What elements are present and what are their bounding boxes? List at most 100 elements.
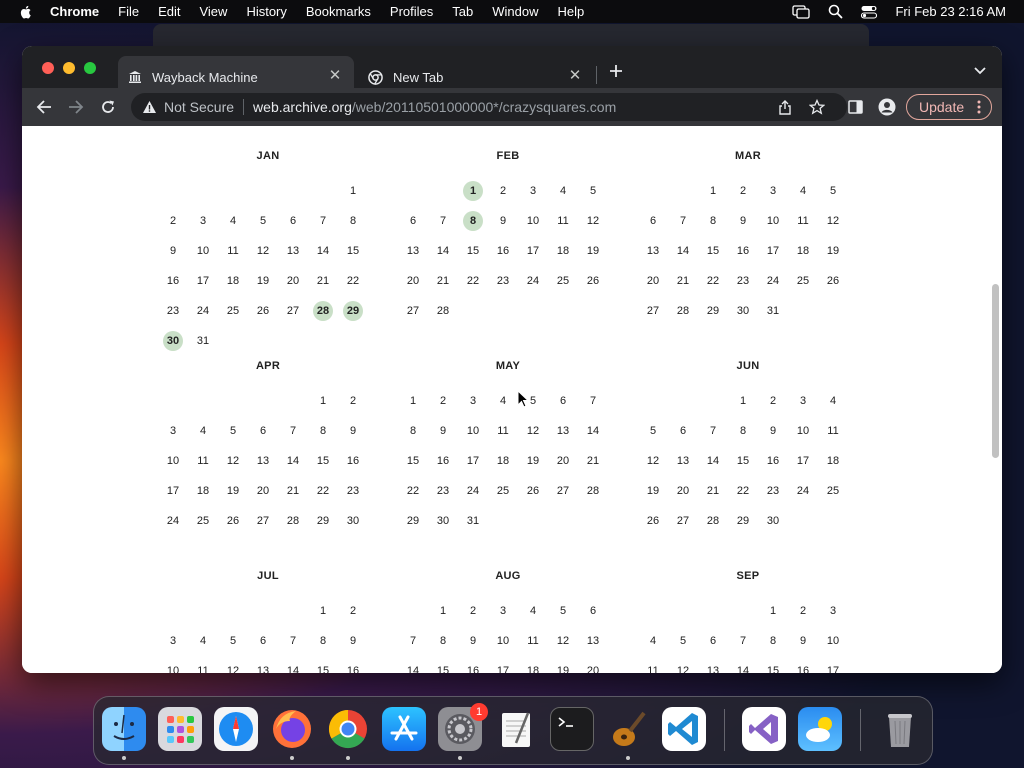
security-status-label[interactable]: Not Secure	[164, 99, 234, 115]
calendar-day: 6	[679, 425, 687, 437]
warning-icon[interactable]	[142, 100, 157, 114]
share-icon[interactable]	[778, 100, 792, 115]
calendar-day: 14	[406, 665, 420, 673]
calendar-day: 4	[229, 215, 237, 227]
calendar-day: 1	[439, 605, 447, 617]
calendar-day: 30	[736, 305, 750, 317]
calendar-day: 29	[706, 305, 720, 317]
dock-trash-icon[interactable]	[878, 707, 922, 751]
url-host[interactable]: web.archive.org	[253, 99, 352, 115]
dock-running-indicator	[626, 756, 630, 760]
dock-finder-icon[interactable]	[102, 707, 146, 751]
calendar-day: 17	[466, 455, 480, 467]
calendar-day: 8	[319, 635, 327, 647]
calendar-day: 16	[766, 455, 780, 467]
calendar-day: 6	[709, 635, 717, 647]
calendar-day: 9	[739, 215, 747, 227]
calendar-day: 24	[166, 515, 180, 527]
calendar-day-captured[interactable]: 28	[313, 301, 333, 321]
dock-firefox-icon[interactable]	[270, 707, 314, 751]
calendar-day: 15	[706, 245, 720, 257]
calendar-day: 20	[256, 485, 270, 497]
calendar-day: 2	[439, 395, 447, 407]
dock-launchpad-icon[interactable]	[158, 707, 202, 751]
calendar-day: 15	[406, 455, 420, 467]
dock-instruments-icon[interactable]	[606, 707, 650, 751]
dock-visual-studio-icon[interactable]	[742, 707, 786, 751]
menu-chrome[interactable]: Chrome	[50, 4, 99, 19]
calendar-day: 4	[529, 605, 537, 617]
calendar-day: 4	[649, 635, 657, 647]
calendar-day: 2	[169, 215, 177, 227]
close-tab-icon[interactable]: ✕	[328, 68, 342, 83]
calendar-day: 14	[286, 455, 300, 467]
minimize-window-button[interactable]	[63, 62, 75, 74]
month-name: JAN	[256, 150, 280, 162]
back-icon[interactable]	[36, 99, 52, 115]
calendar-day: 1	[409, 395, 417, 407]
calendar-day: 10	[466, 425, 480, 437]
calendar-day: 30	[766, 515, 780, 527]
calendar-day: 2	[349, 395, 357, 407]
menu-view[interactable]: View	[199, 4, 227, 19]
calendar-day: 19	[826, 245, 840, 257]
forward-icon[interactable]	[68, 99, 84, 115]
calendar-day: 13	[676, 455, 690, 467]
calendar-day: 11	[797, 215, 809, 227]
menu-edit[interactable]: Edit	[158, 4, 180, 19]
calendar-day: 14	[286, 665, 300, 673]
menu-file[interactable]: File	[118, 4, 139, 19]
url-path[interactable]: /web/20110501000000*/crazysquares.com	[352, 99, 616, 115]
dock-terminal-icon[interactable]	[550, 707, 594, 751]
menu-tab[interactable]: Tab	[452, 4, 473, 19]
tab-search-chevron-icon[interactable]	[974, 66, 986, 76]
calendar-day-captured[interactable]: 1	[463, 181, 483, 201]
reload-icon[interactable]	[100, 99, 116, 115]
control-center-icon[interactable]	[861, 5, 878, 19]
close-window-button[interactable]	[42, 62, 54, 74]
calendar-day: 15	[316, 665, 330, 673]
profile-avatar-icon[interactable]	[878, 98, 896, 116]
new-tab-icon[interactable]	[609, 64, 623, 78]
dock-safari-icon[interactable]	[214, 707, 258, 751]
calendar-day: 4	[799, 185, 807, 197]
dock-weather-icon[interactable]	[798, 707, 842, 751]
address-bar[interactable]: Not Secure web.archive.org/web/201105010…	[131, 93, 847, 121]
calendar-day-captured[interactable]: 8	[463, 211, 483, 231]
dock-app-store-icon[interactable]	[382, 707, 426, 751]
museum-icon	[129, 71, 141, 83]
calendar-day: 10	[796, 425, 810, 437]
menu-profiles[interactable]: Profiles	[390, 4, 433, 19]
apple-menu-icon[interactable]	[18, 4, 34, 20]
close-tab-icon[interactable]: ✕	[568, 68, 582, 83]
update-button[interactable]: Update	[906, 94, 992, 120]
calendar-day: 5	[829, 185, 837, 197]
spotlight-search-icon[interactable]	[828, 4, 843, 19]
menubar-clock[interactable]: Fri Feb 23 2:16 AM	[895, 4, 1006, 19]
menu-history[interactable]: History	[246, 4, 286, 19]
calendar-day: 12	[646, 455, 660, 467]
bookmark-star-icon[interactable]	[809, 99, 825, 115]
dock-running-indicator	[290, 756, 294, 760]
calendar-day: 17	[196, 275, 210, 287]
calendar-day-captured[interactable]: 30	[163, 331, 183, 351]
dock-textedit-icon[interactable]	[494, 707, 538, 751]
menu-window[interactable]: Window	[492, 4, 538, 19]
zoom-window-button[interactable]	[84, 62, 96, 74]
dock-chrome-icon[interactable]	[326, 707, 370, 751]
calendar-day: 24	[526, 275, 540, 287]
calendar-day: 5	[229, 635, 237, 647]
calendar-day: 22	[706, 275, 720, 287]
calendar-day: 11	[197, 455, 209, 467]
calendar-day: 13	[286, 245, 300, 257]
menu-bookmarks[interactable]: Bookmarks	[306, 4, 371, 19]
calendar-day: 9	[499, 215, 507, 227]
calendar-day: 27	[406, 305, 420, 317]
page-scrollbar[interactable]	[992, 284, 999, 458]
menu-help[interactable]: Help	[558, 4, 585, 19]
side-panel-icon[interactable]	[848, 100, 863, 114]
calendar-day-captured[interactable]: 29	[343, 301, 363, 321]
screen-mirroring-icon[interactable]	[792, 4, 811, 19]
more-menu-icon[interactable]	[977, 100, 981, 114]
dock-vscode-icon[interactable]	[662, 707, 706, 751]
